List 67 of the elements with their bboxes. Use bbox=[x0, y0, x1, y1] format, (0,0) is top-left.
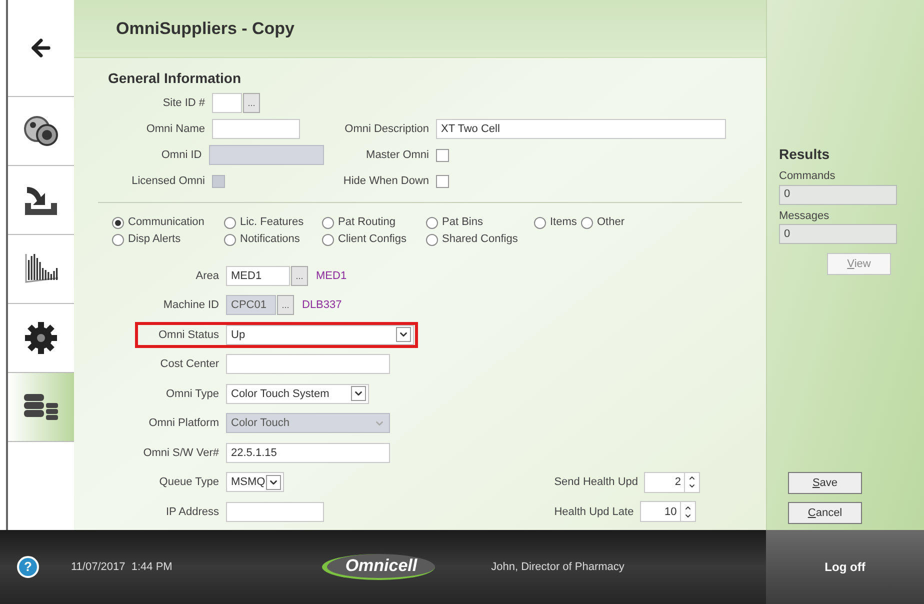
field-label: Hide When Down bbox=[342, 174, 430, 189]
log-off-button[interactable]: Log off bbox=[766, 530, 924, 604]
section-heading: Results bbox=[779, 145, 831, 164]
text-field[interactable] bbox=[212, 119, 300, 139]
lookup-description: MED1 bbox=[316, 268, 347, 284]
field-label: Master Omni bbox=[365, 148, 430, 163]
gear-icon bbox=[23, 320, 59, 356]
field-label: Send Health Upd bbox=[554, 475, 639, 490]
text-field[interactable] bbox=[212, 93, 242, 113]
text-field[interactable] bbox=[226, 354, 390, 374]
radio-option[interactable]: Disp Alerts bbox=[112, 232, 224, 247]
cancel-button[interactable]: Cancel bbox=[788, 502, 862, 524]
radio-option[interactable]: Pat Routing bbox=[322, 215, 426, 230]
field-label: Omni Description bbox=[344, 122, 430, 137]
field-label: Cost Center bbox=[159, 357, 220, 372]
field-label: Omni Name bbox=[145, 122, 206, 137]
text-field[interactable]: 22.5.1.15 bbox=[226, 442, 390, 463]
dropdown[interactable]: Color Touch System bbox=[226, 384, 369, 404]
radio-option[interactable]: Pat Bins bbox=[426, 215, 534, 230]
sidebar-item[interactable] bbox=[8, 373, 74, 442]
radio-option[interactable]: Lic. Features bbox=[224, 215, 322, 230]
browse-button[interactable]: ... bbox=[291, 266, 308, 286]
field-label: Site ID # bbox=[162, 96, 206, 111]
field-label: IP Address bbox=[165, 504, 220, 520]
text-field[interactable]: XT Two Cell bbox=[436, 119, 726, 139]
dropdown[interactable]: Up bbox=[226, 324, 414, 345]
field-label: Omni Type bbox=[165, 386, 220, 402]
field-label: Area bbox=[194, 268, 220, 284]
result-field: 0 bbox=[779, 184, 897, 204]
number-spinner[interactable]: 2 bbox=[644, 472, 700, 493]
field-label: Licensed Omni bbox=[130, 174, 206, 189]
browse-button[interactable]: ... bbox=[243, 93, 260, 113]
field-label: Messages bbox=[779, 208, 830, 224]
text-field[interactable] bbox=[226, 502, 324, 522]
checkbox[interactable] bbox=[436, 148, 449, 162]
number-spinner[interactable]: 10 bbox=[640, 501, 696, 522]
chevron-down-icon bbox=[266, 474, 281, 490]
user-name: John, Director of Pharmacy bbox=[491, 560, 624, 575]
field-label: Omni ID bbox=[160, 148, 203, 163]
radio-option[interactable]: Client Configs bbox=[322, 232, 426, 247]
radio-option[interactable]: Shared Configs bbox=[426, 232, 534, 247]
date-time: 11/07/2017 1:44 PM bbox=[71, 560, 172, 575]
result-field: 0 bbox=[779, 224, 897, 244]
field-label: Machine ID bbox=[162, 298, 220, 313]
radio-option[interactable]: Communication bbox=[112, 215, 224, 230]
dropdown[interactable]: MSMQ bbox=[226, 472, 284, 492]
checkbox[interactable] bbox=[436, 174, 449, 188]
database-icon bbox=[22, 392, 60, 422]
window-title: OmniSuppliers - Copy bbox=[116, 18, 295, 40]
help-button[interactable]: ? bbox=[17, 556, 39, 578]
save-button[interactable]: Save bbox=[788, 472, 862, 494]
field-label: Commands bbox=[779, 169, 836, 184]
logo: Omnicell bbox=[322, 554, 436, 580]
field-label: Omni Status bbox=[157, 328, 220, 342]
radio-option[interactable]: Other bbox=[581, 215, 766, 230]
field-label: Health Upd Late bbox=[554, 504, 635, 520]
section-heading: General Information bbox=[108, 69, 242, 88]
discs-icon bbox=[23, 115, 59, 147]
chevron-down-icon bbox=[351, 386, 366, 402]
radio-option[interactable]: Items bbox=[534, 215, 581, 230]
lookup-description: DLB337 bbox=[302, 298, 342, 313]
chevron-down-icon bbox=[396, 327, 411, 342]
text-field[interactable]: MED1 bbox=[226, 266, 290, 286]
field-label: Omni Platform bbox=[148, 416, 220, 431]
field-label: Omni S/W Ver# bbox=[142, 446, 220, 460]
radio-option[interactable]: Notifications bbox=[224, 232, 322, 247]
field-label: Queue Type bbox=[158, 475, 220, 490]
